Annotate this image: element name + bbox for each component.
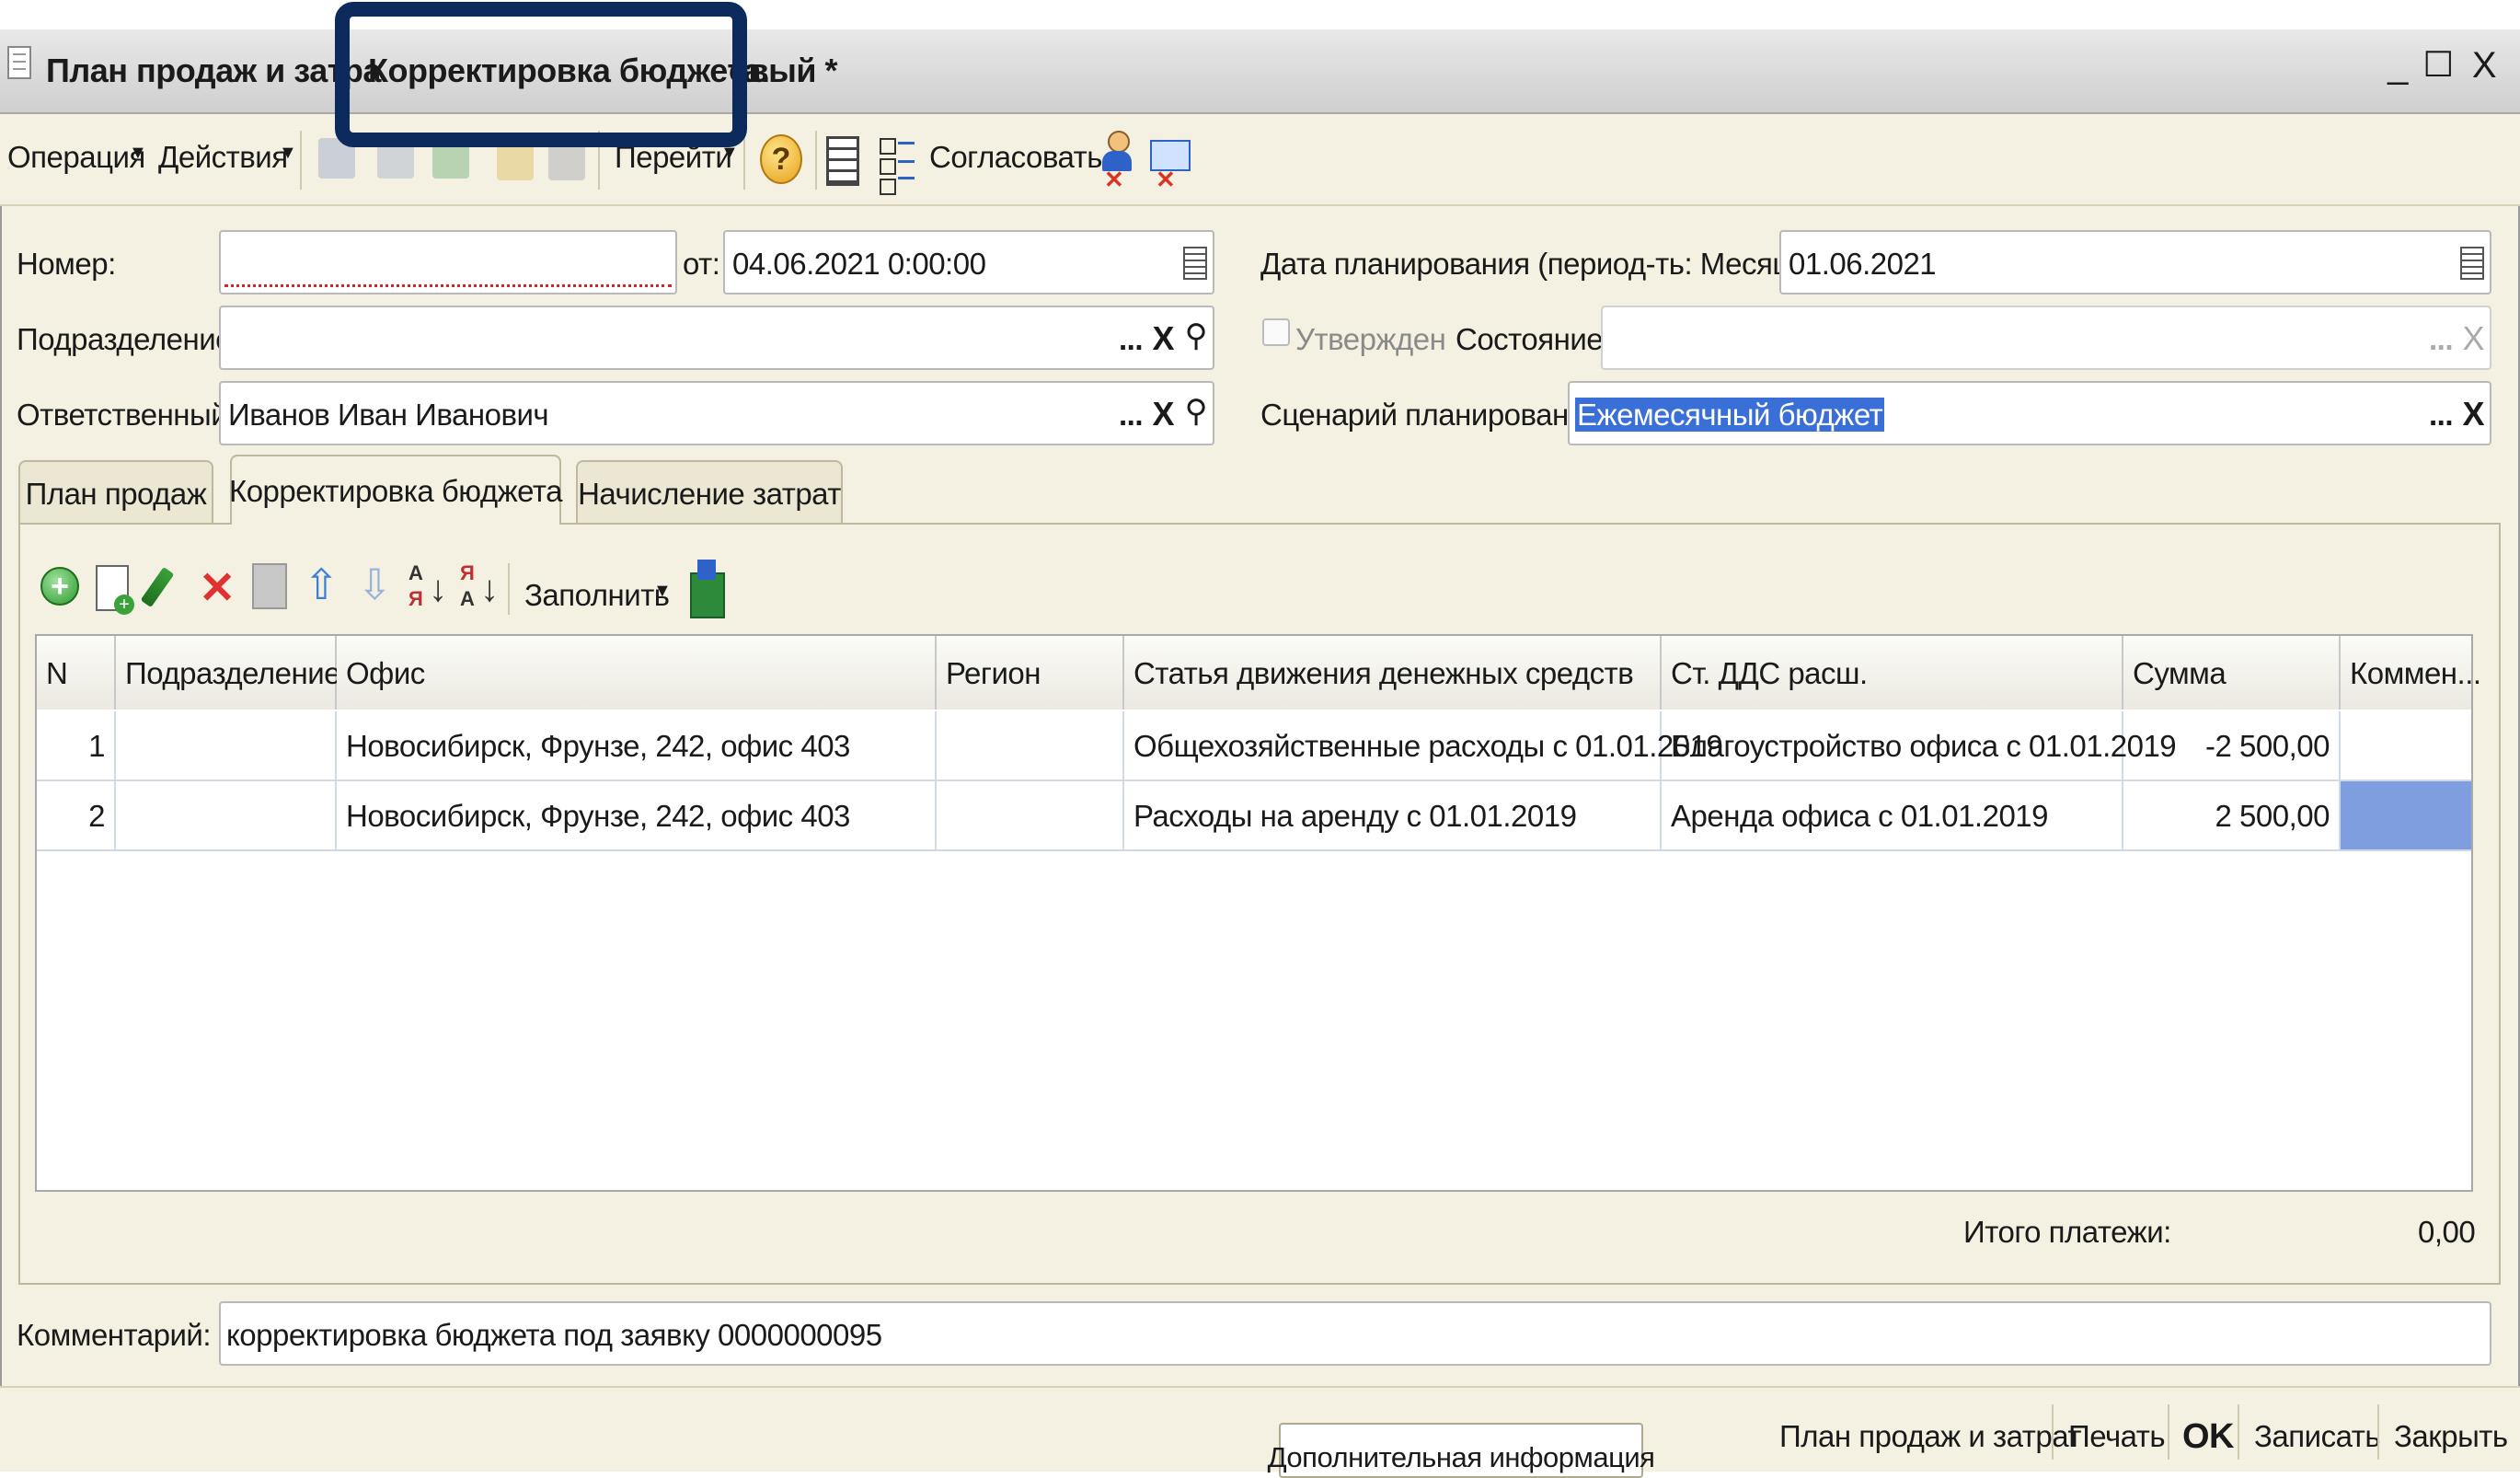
end-edit-icon[interactable]: [252, 563, 287, 609]
print-button[interactable]: Печать: [2068, 1421, 2166, 1451]
tab-sales-plan[interactable]: План продаж: [18, 460, 213, 525]
column-header-article[interactable]: Статья движения денежных средств: [1124, 636, 1662, 710]
column-header-comment[interactable]: Коммен...: [2341, 636, 2481, 710]
copy-row-icon[interactable]: +: [96, 565, 134, 615]
move-up-icon[interactable]: ⇧: [304, 563, 339, 606]
column-header-division[interactable]: Подразделение: [116, 636, 340, 710]
column-header-office[interactable]: Офис: [337, 636, 937, 710]
plan-date-field[interactable]: 01.06.2021: [1779, 230, 2491, 294]
required-underline: [224, 284, 672, 287]
actions-menu[interactable]: Действия: [158, 142, 288, 172]
close-button[interactable]: X: [2464, 42, 2504, 88]
select-button[interactable]: ...: [1119, 399, 1144, 430]
toolbar-separator: [815, 131, 817, 190]
table-row[interactable]: 1 Новосибирск, Фрунзе, 242, офис 403 Общ…: [37, 711, 2471, 781]
approved-label: Утвержден: [1295, 322, 1446, 356]
move-down-icon[interactable]: ⇩: [357, 563, 393, 606]
calendar-icon[interactable]: [2460, 247, 2484, 280]
totals-label: Итого платежи:: [1963, 1215, 2171, 1249]
delete-row-icon[interactable]: ✕: [199, 567, 236, 611]
totals-value: 0,00: [2418, 1215, 2476, 1249]
clear-icon[interactable]: X: [2462, 322, 2484, 355]
state-field[interactable]: ... X: [1601, 306, 2491, 370]
toolbar-separator: [2238, 1404, 2239, 1460]
maximize-button[interactable]: ☐: [2418, 42, 2458, 88]
toolbar-separator: [2377, 1404, 2379, 1460]
search-icon[interactable]: ⚲: [1185, 320, 1208, 352]
document-icon: [7, 46, 31, 79]
column-header-region[interactable]: Регион: [937, 636, 1124, 710]
toolbar-separator: [508, 563, 510, 615]
clear-icon[interactable]: X: [1152, 398, 1174, 431]
scenario-field[interactable]: Ежемесячный бюджет ... X: [1568, 381, 2491, 445]
fill-dropdown-icon: ▼: [653, 581, 672, 601]
division-label: Подразделение:: [17, 322, 240, 356]
select-button[interactable]: ...: [1119, 324, 1144, 354]
plan-sales-costs-button[interactable]: План продаж и затрат: [1779, 1421, 2082, 1451]
column-header-dds[interactable]: Ст. ДДС расш.: [1662, 636, 2123, 710]
help-icon[interactable]: ?: [760, 134, 802, 184]
scenario-label: Сценарий планирования:: [1260, 398, 1609, 432]
number-field[interactable]: [219, 230, 677, 294]
excel-icon[interactable]: [685, 560, 725, 618]
add-row-icon[interactable]: +: [40, 567, 79, 606]
comment-field[interactable]: корректировка бюджета под заявку 0000000…: [219, 1301, 2491, 1366]
table-row[interactable]: 2 Новосибирск, Фрунзе, 242, офис 403 Рас…: [37, 781, 2471, 851]
window-title-part1: План продаж и затра: [46, 52, 381, 89]
column-header-sum[interactable]: Сумма: [2123, 636, 2341, 710]
operation-dropdown-icon: ▼: [129, 143, 147, 163]
operation-menu[interactable]: Операция: [7, 142, 145, 172]
budget-correction-table: N Подразделение Офис Регион Статья движе…: [35, 634, 2481, 1192]
fill-menu[interactable]: Заполнить: [524, 580, 670, 610]
clear-icon[interactable]: X: [1152, 322, 1174, 355]
title-highlight-frame: [335, 2, 747, 147]
responsible-field[interactable]: Иванов Иван Иванович ... X ⚲: [219, 381, 1214, 445]
save-button[interactable]: Записать: [2254, 1421, 2381, 1451]
toolbar-separator: [2168, 1404, 2169, 1460]
column-header-n[interactable]: N: [37, 636, 116, 710]
mail-approve-icon[interactable]: ✕: [1146, 134, 1191, 193]
state-label: Состояние:: [1456, 322, 1611, 356]
document-date-field[interactable]: 04.06.2021 0:00:00: [723, 230, 1214, 294]
toolbar-separator: [300, 131, 302, 190]
approve-button[interactable]: Согласовать: [929, 142, 1102, 172]
division-field[interactable]: ... X ⚲: [219, 306, 1214, 370]
user-approve-icon[interactable]: ✕: [1097, 131, 1137, 191]
ok-button[interactable]: OK: [2182, 1419, 2235, 1454]
tab-budget-correction[interactable]: Корректировка бюджета: [229, 455, 563, 525]
plan-date-label: Дата планирования (период-ть: Месяц):: [1260, 247, 1807, 281]
checklist-icon[interactable]: [880, 136, 915, 195]
sort-desc-icon[interactable]: Я А ↓: [460, 561, 499, 615]
select-button[interactable]: ...: [2429, 324, 2454, 354]
additional-info-button[interactable]: Дополнительная информация: [1268, 1423, 1655, 1478]
toolbar-separator: [2052, 1404, 2054, 1460]
clear-icon[interactable]: X: [2462, 398, 2484, 431]
list-view-icon[interactable]: [826, 136, 859, 186]
select-button[interactable]: ...: [2429, 399, 2454, 430]
search-icon[interactable]: ⚲: [1185, 396, 1208, 427]
sort-asc-icon[interactable]: А Я ↓: [408, 561, 447, 615]
calendar-icon[interactable]: [1183, 247, 1207, 280]
minimize-button[interactable]: _: [2379, 42, 2416, 88]
selected-cell[interactable]: [2341, 781, 2471, 849]
responsible-label: Ответственный:: [17, 398, 236, 432]
toolbar-separator: [743, 131, 745, 190]
comment-label: Комментарий:: [17, 1318, 212, 1352]
approved-checkbox[interactable]: [1262, 318, 1290, 346]
tab-cost-accrual[interactable]: Начисление затрат: [576, 460, 843, 525]
actions-dropdown-icon: ▼: [279, 143, 297, 163]
from-label: от:: [683, 247, 720, 281]
close-form-button[interactable]: Закрыть: [2394, 1421, 2508, 1451]
unpost-icon[interactable]: [377, 142, 414, 179]
number-label: Номер:: [17, 247, 116, 281]
